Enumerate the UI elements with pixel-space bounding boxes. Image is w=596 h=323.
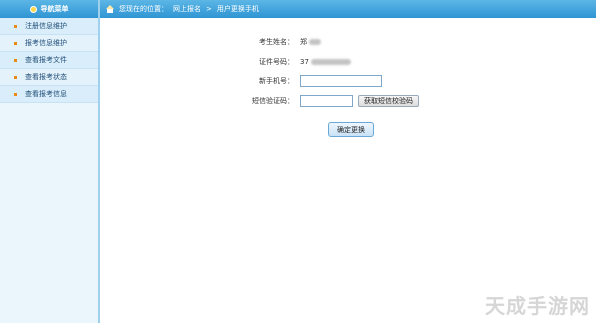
sidebar-item-application[interactable]: 报考信息维护	[0, 35, 98, 52]
sidebar-item-label: 查看报考状态	[25, 73, 67, 81]
breadcrumb: 您现在的位置： 网上报名 > 用户更换手机	[100, 0, 596, 18]
sidebar-item-registration[interactable]: 注册信息维护	[0, 18, 98, 35]
confirm-change-button[interactable]: 确定更换	[328, 122, 374, 137]
home-icon	[106, 5, 114, 13]
phone-row: 新手机号：	[100, 75, 382, 87]
sms-row: 短信验证码： 获取短信校验码	[100, 95, 419, 107]
name-label: 考生姓名：	[259, 38, 294, 46]
bullet-icon	[14, 75, 17, 79]
sidebar-item-status[interactable]: 查看报考状态	[0, 69, 98, 86]
id-value: 37	[300, 58, 309, 66]
bullet-icon	[14, 24, 17, 28]
sidebar-item-label: 查看报考信息	[25, 90, 67, 98]
location-prefix: 您现在的位置：	[119, 5, 168, 13]
id-label: 证件号码：	[259, 58, 294, 66]
sidebar-item-info[interactable]: 查看报考信息	[0, 86, 98, 103]
phone-label: 新手机号：	[259, 77, 294, 85]
name-value: 郑	[300, 38, 307, 46]
sidebar: 导航菜单 注册信息维护 报考信息维护 查看报考文件 查看报考状态 查看报考信息	[0, 0, 100, 323]
redacted-mask	[310, 59, 351, 65]
redacted-mask	[309, 39, 321, 45]
breadcrumb-item-current: 用户更换手机	[216, 5, 259, 13]
breadcrumb-separator: >	[206, 5, 212, 13]
sidebar-item-files[interactable]: 查看报考文件	[0, 52, 98, 69]
nav-title: 导航菜单	[40, 5, 69, 13]
bullet-icon	[14, 92, 17, 96]
id-row: 证件号码： 37	[100, 56, 351, 68]
sms-code-input[interactable]	[300, 95, 353, 107]
sms-label: 短信验证码：	[252, 97, 294, 105]
sidebar-item-label: 查看报考文件	[25, 56, 67, 64]
breadcrumb-item-registration[interactable]: 网上报名	[173, 4, 201, 14]
submit-row: 确定更换	[328, 122, 374, 137]
name-row: 考生姓名： 郑	[100, 36, 321, 48]
bullet-icon	[14, 41, 17, 45]
watermark: 天成手游网	[485, 294, 590, 318]
bullet-icon	[14, 58, 17, 62]
sidebar-item-label: 报考信息维护	[25, 39, 67, 47]
new-phone-input[interactable]	[300, 75, 382, 87]
nav-header: 导航菜单	[0, 0, 98, 18]
get-sms-code-button[interactable]: 获取短信校验码	[358, 95, 419, 107]
sidebar-item-label: 注册信息维护	[25, 22, 67, 30]
menu-icon	[29, 5, 37, 13]
